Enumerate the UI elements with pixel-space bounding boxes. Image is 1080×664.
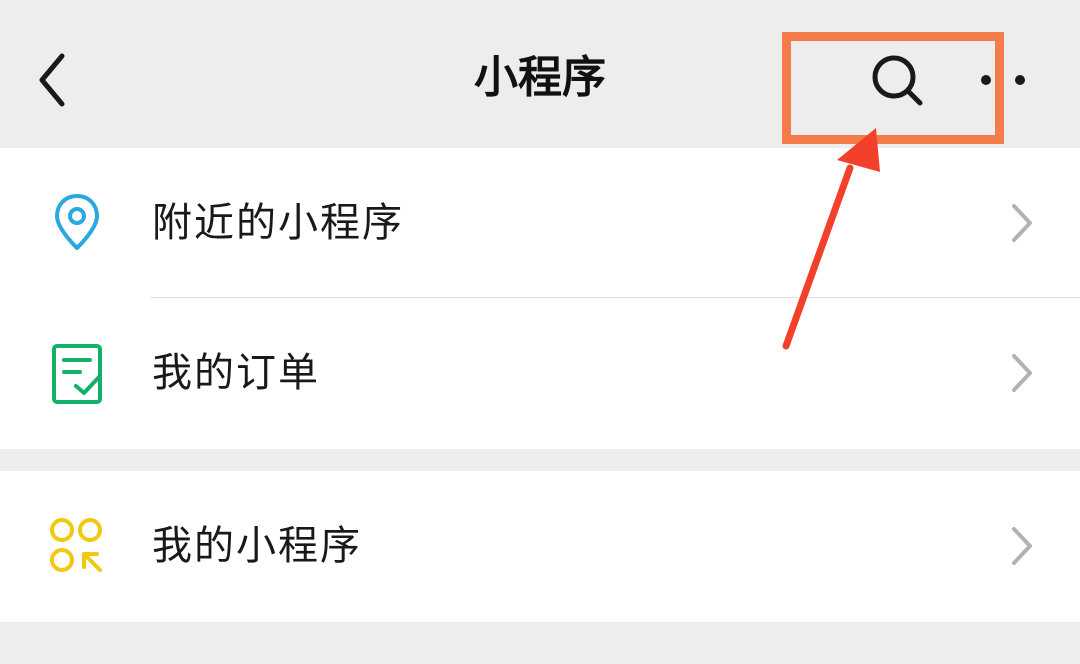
back-button[interactable] <box>22 44 86 116</box>
menu-item-label: 我的订单 <box>152 350 320 396</box>
menu-item-label: 附近的小程序 <box>152 200 404 246</box>
chevron-right-icon <box>1012 527 1032 565</box>
more-options-button[interactable] <box>968 50 1080 110</box>
menu-group-secondary: 我的小程序 <box>0 471 1080 622</box>
chevron-right-icon <box>1012 204 1032 242</box>
menu-item-my-mini-programs[interactable]: 我的小程序 <box>0 471 1080 621</box>
search-button[interactable] <box>854 44 938 116</box>
menu-item-label: 我的小程序 <box>152 523 362 569</box>
order-checklist-icon <box>52 344 102 404</box>
location-pin-icon <box>55 194 99 250</box>
mini-programs-page: 小程序 附近的小程序 我的订单 我的小程序 <box>0 0 1080 664</box>
menu-item-my-orders[interactable]: 我的订单 <box>0 298 1080 448</box>
menu-item-nearby-mini-programs[interactable]: 附近的小程序 <box>0 148 1080 298</box>
chevron-right-icon <box>1012 354 1032 392</box>
menu-group-primary: 附近的小程序 我的订单 <box>0 148 1080 449</box>
more-dots-icon <box>981 75 1025 85</box>
navigation-bar: 小程序 <box>0 0 1080 146</box>
search-icon <box>872 55 923 106</box>
back-arrow-icon <box>39 53 65 107</box>
mini-programs-icon <box>50 518 102 572</box>
